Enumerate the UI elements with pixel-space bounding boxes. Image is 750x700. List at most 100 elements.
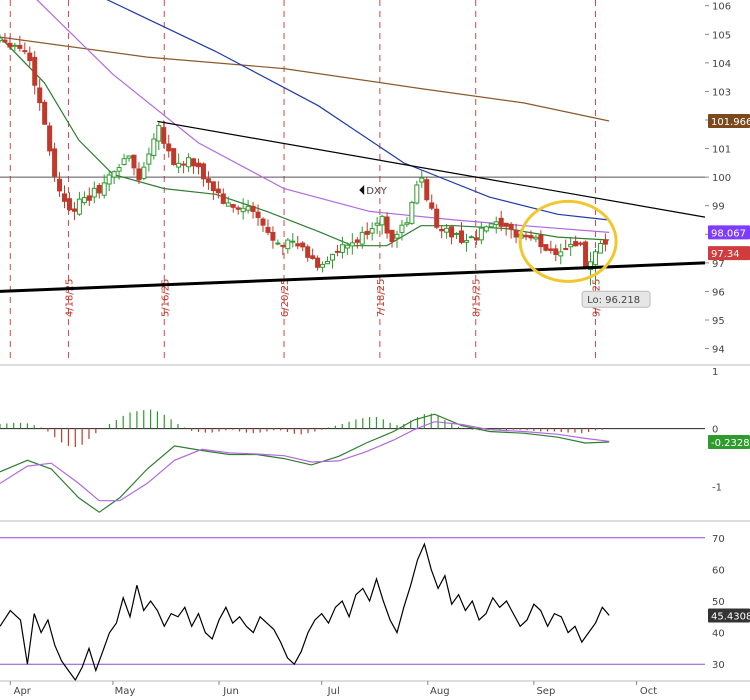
price-badge: 98.067	[711, 228, 746, 239]
candle-body	[121, 158, 127, 166]
rsi-y-tick-label: 50	[712, 597, 725, 608]
candle-body	[478, 227, 484, 241]
symbol-label: DXY	[366, 186, 388, 197]
candle-body	[558, 251, 564, 257]
candle-body	[12, 44, 18, 47]
candle-body	[295, 243, 301, 247]
candle-body	[454, 232, 460, 235]
candle-body	[523, 234, 529, 238]
candle-body	[22, 50, 28, 53]
candle-body	[136, 168, 142, 181]
candle-body	[106, 174, 112, 185]
candle-body	[498, 217, 504, 227]
candle-body	[399, 224, 405, 233]
candle-body	[210, 181, 216, 192]
y-tick-label: 94	[712, 345, 725, 356]
candle-body	[493, 221, 499, 226]
y-tick-label: 103	[712, 87, 731, 98]
date-marker-label: 7/18/25	[376, 279, 387, 318]
candle-body	[200, 163, 206, 180]
candle-body	[275, 242, 281, 245]
y-tick-label: 96	[712, 287, 725, 298]
candle-body	[508, 223, 514, 230]
x-tick-label: Oct	[640, 686, 657, 697]
candle-body	[449, 226, 455, 238]
candle-body	[57, 178, 63, 192]
candle-body	[245, 205, 251, 211]
candle-body	[91, 187, 97, 198]
candle-body	[369, 228, 375, 234]
x-tick-label: Sep	[536, 686, 555, 697]
candle-body	[240, 207, 246, 213]
candle-body	[62, 193, 68, 202]
candle-body	[503, 222, 509, 227]
candle-body	[364, 230, 370, 235]
candle-body	[2, 39, 8, 43]
candle-body	[548, 248, 554, 251]
candle-body	[250, 205, 256, 212]
candle-body	[126, 155, 132, 159]
candle-body	[334, 250, 340, 253]
rsi-value-badge: 45.4308	[711, 611, 750, 622]
candle-body	[191, 158, 197, 167]
candle-body	[27, 52, 33, 62]
candle-body	[42, 101, 48, 125]
candle-body	[389, 229, 395, 243]
x-tick-label: Jul	[327, 686, 340, 697]
candle-body	[230, 204, 236, 208]
rsi-panel: 70 60 50 40 30 45.4308	[0, 522, 750, 682]
candle-body	[205, 178, 211, 183]
dxy-chart: 9495969798991001011021031041051064/18/25…	[0, 0, 750, 700]
candle-body	[260, 218, 266, 226]
candle-body	[225, 202, 231, 207]
candle-body	[528, 235, 534, 239]
candle-body	[359, 231, 365, 245]
x-tick-label: May	[115, 686, 136, 697]
candle-body	[111, 171, 117, 178]
candle-body	[181, 163, 187, 166]
rsi-y-tick-label: 60	[712, 565, 725, 576]
candle-body	[374, 222, 380, 226]
candle-body	[483, 226, 489, 232]
candle-body	[602, 239, 608, 245]
rsi-y-tick-label: 70	[712, 534, 725, 545]
candle-body	[325, 260, 331, 265]
candle-body	[429, 202, 435, 209]
candle-body	[349, 242, 355, 247]
candle-body	[285, 239, 291, 250]
price-panel: 9495969798991001011021031041051064/18/25…	[0, 0, 750, 366]
candle-body	[116, 167, 122, 172]
candle-body	[146, 153, 152, 165]
y-tick-label: 106	[712, 2, 731, 13]
candle-body	[66, 198, 72, 211]
candle-body	[235, 207, 241, 210]
candle-body	[354, 239, 360, 243]
date-marker-label: 4/18/25	[64, 279, 75, 318]
candle-body	[394, 233, 400, 239]
candle-body	[255, 211, 261, 218]
candle-body	[186, 157, 192, 168]
candle-body	[86, 195, 92, 201]
x-tick-label: Aug	[430, 686, 450, 697]
macd-panel: 1 0 -1 -0.2328	[0, 367, 750, 522]
candle-body	[573, 241, 579, 247]
candle-body	[424, 179, 430, 201]
candle-body	[473, 237, 479, 241]
low-label: Lo: 96.218	[587, 295, 640, 306]
candle-body	[37, 87, 43, 104]
candle-body	[52, 148, 58, 177]
x-tick-label: Jun	[222, 686, 239, 697]
candle-body	[344, 244, 350, 249]
candle-body	[17, 44, 23, 49]
candle-body	[176, 162, 182, 168]
candle-body	[339, 244, 345, 253]
candle-body	[265, 226, 271, 233]
candle-body	[101, 182, 107, 196]
candle-body	[409, 202, 415, 224]
macd-y-tick-label: 1	[712, 367, 718, 378]
candle-body	[131, 154, 137, 169]
candle-body	[220, 193, 226, 204]
candle-body	[513, 229, 519, 238]
candle-body	[280, 244, 286, 247]
y-tick-label: 105	[712, 30, 731, 41]
